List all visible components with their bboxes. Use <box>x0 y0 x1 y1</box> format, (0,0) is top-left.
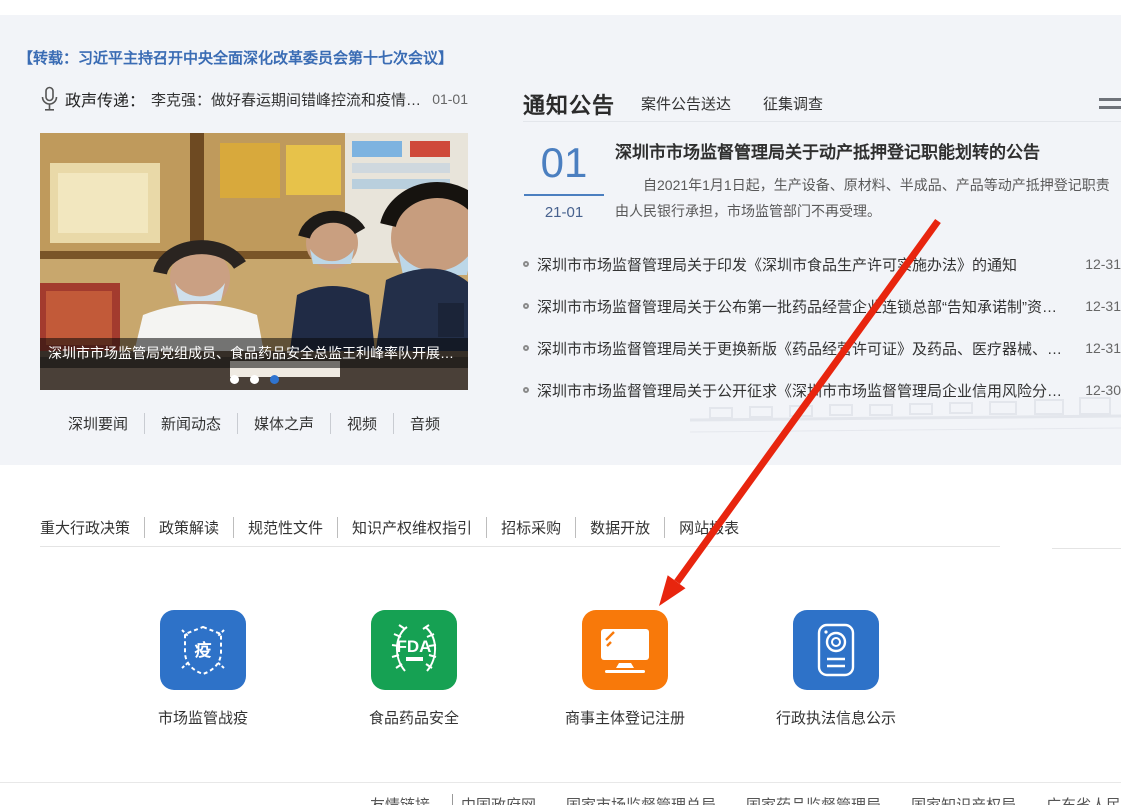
bridge-watermark <box>690 392 1121 447</box>
section-divider-right <box>1052 548 1121 549</box>
nav-audio[interactable]: 音频 <box>393 413 456 434</box>
voice-date: 01-01 <box>432 91 468 107</box>
voice-label: 政声传递： <box>65 87 145 111</box>
bullet-icon <box>523 345 529 351</box>
more-icon[interactable] <box>1099 94 1121 113</box>
carousel-dot-2[interactable] <box>250 375 259 384</box>
notice-item-title[interactable]: 深圳市市场监督管理局关于印发《深圳市食品生产许可实施办法》的通知 <box>537 254 1067 275</box>
notice-item-date: 12-31 <box>1085 298 1121 314</box>
notice-item-date: 12-31 <box>1085 256 1121 272</box>
app-business-registration[interactable]: 商事主体登记注册 <box>540 610 710 728</box>
notice-item-title[interactable]: 深圳市市场监督管理局关于更换新版《药品经营许可证》及药品、医疗器械、化妆... <box>537 338 1067 359</box>
notice-header: 通知公告 案件公告送达 征集调查 <box>523 86 1121 122</box>
footer-link-cnipa[interactable]: 国家知识产权局 <box>911 794 1016 805</box>
nav-video[interactable]: 视频 <box>330 413 393 434</box>
carousel-dot-1[interactable] <box>230 375 239 384</box>
tab-case-announcements[interactable]: 案件公告送达 <box>641 93 731 114</box>
svg-text:FDA: FDA <box>397 637 432 656</box>
voice-headline-link[interactable]: 李克强：做好春运期间错峰控流和疫情防控... <box>151 89 422 110</box>
nav-bidding-procurement[interactable]: 招标采购 <box>486 517 575 538</box>
nav-policy-interpretation[interactable]: 政策解读 <box>144 517 233 538</box>
nav-normative-documents[interactable]: 规范性文件 <box>233 517 337 538</box>
app-label: 食品药品安全 <box>329 707 499 728</box>
bullet-icon <box>523 303 529 309</box>
notice-item-title[interactable]: 深圳市市场监督管理局关于公布第一批药品经营企业连锁总部“告知承诺制”资格... <box>537 296 1067 317</box>
tab-solicitation-survey[interactable]: 征集调查 <box>763 93 823 114</box>
notice-section-title[interactable]: 通知公告 <box>523 88 615 120</box>
nav-shenzhen-news[interactable]: 深圳要闻 <box>52 413 144 434</box>
monitor-icon <box>582 610 668 690</box>
notice-tabs: 案件公告送达 征集调查 <box>641 93 823 114</box>
svg-text:疫: 疫 <box>195 640 212 661</box>
notice-list: 深圳市市场监督管理局关于印发《深圳市食品生产许可实施办法》的通知 12-31 深… <box>523 243 1121 411</box>
page: 【转载：习近平主持召开中央全面深化改革委员会第十七次会议】 政声传递： 李克强：… <box>0 0 1121 805</box>
bullet-icon <box>523 261 529 267</box>
reprint-headline-link[interactable]: 【转载：习近平主持召开中央全面深化改革委员会第十七次会议】 <box>18 47 453 68</box>
footer-link-gov-cn[interactable]: 中国政府网 <box>461 794 536 805</box>
news-carousel[interactable]: 深圳市市场监管局党组成员、食品药品安全总监王利峰率队开展节前疫... <box>40 133 468 390</box>
bullet-icon <box>523 387 529 393</box>
nav-major-decisions[interactable]: 重大行政决策 <box>40 517 144 538</box>
nav-media-voice[interactable]: 媒体之声 <box>237 413 330 434</box>
section-divider <box>40 546 1000 547</box>
featured-day: 01 <box>523 140 605 186</box>
app-food-drug-safety[interactable]: FDA 食品药品安全 <box>329 610 499 728</box>
carousel-dots <box>40 375 468 384</box>
app-label: 市场监管战疫 <box>118 707 288 728</box>
nav-site-reports[interactable]: 网站报表 <box>664 517 753 538</box>
carousel-caption[interactable]: 深圳市市场监管局党组成员、食品药品安全总监王利峰率队开展节前疫... <box>40 338 468 368</box>
microphone-icon <box>40 86 59 112</box>
app-label: 商事主体登记注册 <box>540 707 710 728</box>
nav-open-data[interactable]: 数据开放 <box>575 517 664 538</box>
nav-ip-rights-guide[interactable]: 知识产权维权指引 <box>337 517 486 538</box>
featured-body: 深圳市市场监督管理局关于动产抵押登记职能划转的公告 自2021年1月1日起，生产… <box>615 138 1121 225</box>
notice-list-item[interactable]: 深圳市市场监督管理局关于印发《深圳市食品生产许可实施办法》的通知 12-31 <box>523 243 1121 285</box>
featured-notice: 01 21-01 深圳市市场监督管理局关于动产抵押登记职能划转的公告 自2021… <box>523 138 1121 225</box>
footer-link-gd-gov[interactable]: 广东省人民政府 <box>1046 794 1121 805</box>
app-market-epidemic[interactable]: 疫 市场监管战疫 <box>118 610 288 728</box>
app-enforcement-disclosure[interactable]: 行政执法信息公示 <box>751 610 921 728</box>
featured-date-block: 01 21-01 <box>523 140 605 221</box>
epidemic-shield-icon: 疫 <box>160 610 246 690</box>
nav-news-updates[interactable]: 新闻动态 <box>144 413 237 434</box>
footer: 友情链接 中国政府网 国家市场监督管理总局 国家药品监督管理局 国家知识产权局 … <box>0 782 1121 805</box>
camera-badge-icon <box>793 610 879 690</box>
friendly-links-label: 友情链接 <box>370 794 453 805</box>
news-category-nav: 深圳要闻 新闻动态 媒体之声 视频 音频 <box>40 413 468 434</box>
featured-date-rule <box>524 194 604 196</box>
featured-notice-title[interactable]: 深圳市市场监督管理局关于动产抵押登记职能划转的公告 <box>615 138 1121 163</box>
footer-links: 友情链接 中国政府网 国家市场监督管理总局 国家药品监督管理局 国家知识产权局 … <box>370 794 1121 805</box>
voice-news-row: 政声传递： 李克强：做好春运期间错峰控流和疫情防控... 01-01 <box>40 86 468 112</box>
notice-item-date: 12-31 <box>1085 340 1121 356</box>
footer-link-samr[interactable]: 国家市场监督管理总局 <box>566 794 716 805</box>
featured-year-month: 21-01 <box>523 204 605 221</box>
notice-list-item[interactable]: 深圳市市场监督管理局关于更换新版《药品经营许可证》及药品、医疗器械、化妆... … <box>523 327 1121 369</box>
quick-nav: 重大行政决策 政策解读 规范性文件 知识产权维权指引 招标采购 数据开放 网站报… <box>40 517 753 538</box>
featured-notice-summary: 自2021年1月1日起，生产设备、原材料、半成品、产品等动产抵押登记职责由人民银… <box>615 173 1121 225</box>
carousel-dot-3-active[interactable] <box>270 375 279 384</box>
footer-link-nmpa[interactable]: 国家药品监督管理局 <box>746 794 881 805</box>
notice-list-item[interactable]: 深圳市市场监督管理局关于公布第一批药品经营企业连锁总部“告知承诺制”资格... … <box>523 285 1121 327</box>
fda-wreath-icon: FDA <box>371 610 457 690</box>
app-label: 行政执法信息公示 <box>751 707 921 728</box>
